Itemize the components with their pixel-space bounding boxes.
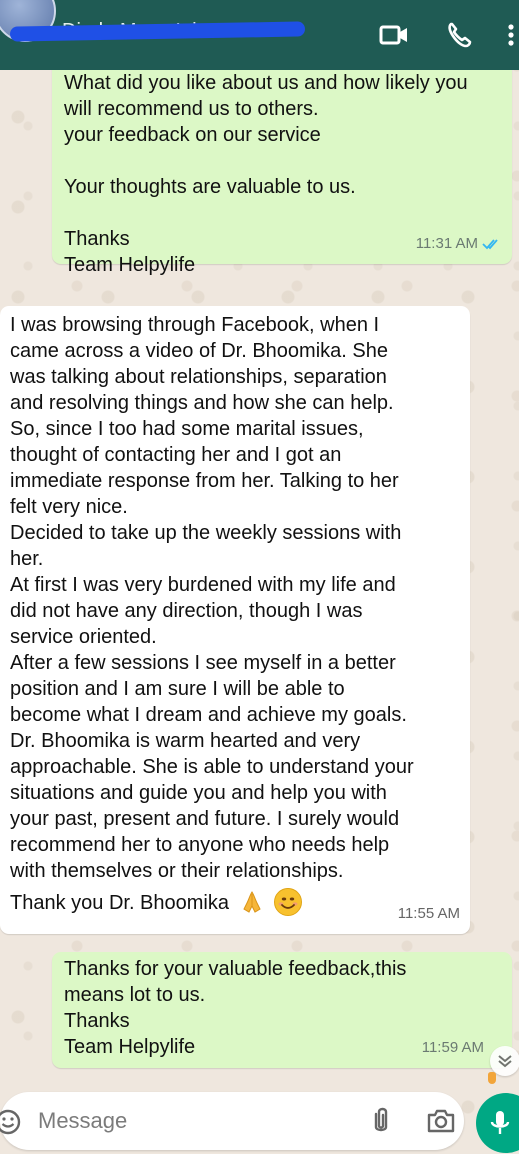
message-line: So, since I too had some marital issues, <box>10 418 364 440</box>
message-line: Thank you Dr. Bhoomika <box>10 892 229 914</box>
more-options-icon[interactable] <box>504 20 518 50</box>
read-ticks-icon <box>482 239 498 250</box>
message-time: 11:59 AM <box>421 1039 484 1056</box>
message-line: was talking about relationships, separat… <box>10 366 387 388</box>
message-line: your past, present and future. I surely … <box>10 808 400 830</box>
message-composer <box>0 1092 464 1150</box>
message-line: with themselves or their relationships. <box>10 860 344 882</box>
message-line: I was browsing through Facebook, when I <box>10 314 380 336</box>
attach-paperclip-icon[interactable] <box>368 1106 394 1136</box>
message-line: Dr. Bhoomika is warm hearted and very <box>10 730 361 752</box>
reaction-indicator <box>488 1072 496 1084</box>
chat-header: Dinda Manu Iohn <box>0 0 519 70</box>
message-line: service oriented. <box>10 626 157 648</box>
folded-hands-emoji-icon <box>242 891 261 913</box>
message-line: Thanks <box>64 1010 130 1032</box>
message-last-line: Thank you Dr. Bhoomika <box>10 888 460 916</box>
message-line: felt very nice. <box>10 496 128 518</box>
outgoing-message[interactable]: What did you like about us and how likel… <box>52 64 512 276</box>
message-line: came across a video of Dr. Bhoomika. She <box>10 340 388 362</box>
message-line: At first I was very burdened with my lif… <box>10 574 396 596</box>
message-line: situations and guide you and help you wi… <box>10 782 387 804</box>
message-line: Thanks for your valuable feedback,this <box>64 958 407 980</box>
message-line: What did you like about us and how likel… <box>64 72 468 94</box>
emoji-icon[interactable] <box>0 1108 22 1136</box>
message-meta: 11:59 AM <box>422 1035 484 1061</box>
voice-call-icon[interactable] <box>444 20 476 50</box>
outgoing-message[interactable]: Thanks for your valuable feedback,this m… <box>52 952 512 1068</box>
message-meta: 11:31 AM <box>416 231 502 257</box>
microphone-icon <box>490 1111 510 1134</box>
message-line <box>64 200 500 226</box>
message-line: did not have any direction, though I was <box>10 600 363 622</box>
message-line: position and I am sure I will be able to <box>10 678 345 700</box>
message-line: and resolving things and how she can hel… <box>10 392 394 414</box>
message-line: become what I dream and achieve my goals… <box>10 704 407 726</box>
message-input[interactable] <box>38 1106 338 1136</box>
double-chevron-down-icon <box>498 1055 512 1068</box>
camera-icon[interactable] <box>425 1106 457 1136</box>
message-line: After a few sessions I see myself in a b… <box>10 652 396 674</box>
message-time: 11:31 AM <box>415 235 478 252</box>
message-line: immediate response from her. Talking to … <box>10 470 399 492</box>
smiling-face-emoji-icon <box>274 888 303 916</box>
message-line: Your thoughts are valuable to us. <box>64 176 356 198</box>
message-line: will recommend us to others. <box>64 98 319 120</box>
message-line: thought of contacting her and I got an <box>10 444 342 466</box>
message-line <box>64 148 500 174</box>
message-line: recommend her to anyone who needs help <box>10 834 390 856</box>
message-line: approachable. She is able to understand … <box>10 756 414 778</box>
message-time: 11:55 AM <box>397 905 460 922</box>
message-meta: 11:55 AM <box>398 901 460 927</box>
incoming-message[interactable]: I was browsing through Facebook, when I … <box>0 306 470 934</box>
message-line: means lot to us. <box>64 984 206 1006</box>
video-call-icon[interactable] <box>378 20 410 50</box>
message-line: her. <box>10 548 44 570</box>
message-line: your feedback on our service <box>64 124 321 146</box>
message-line: Decided to take up the weekly sessions w… <box>10 522 402 544</box>
